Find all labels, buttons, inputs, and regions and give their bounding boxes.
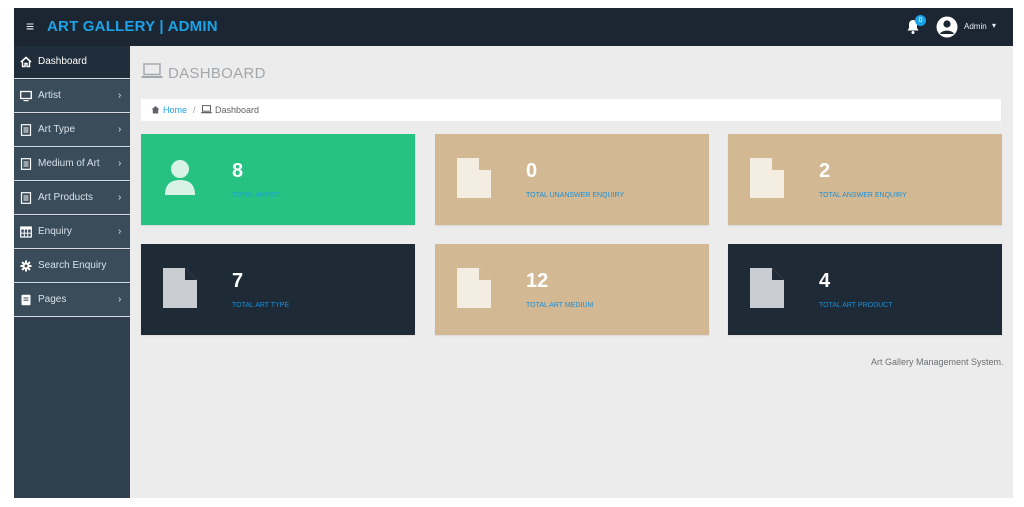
breadcrumb-home-link[interactable]: Home [163,105,187,115]
sidebar-item-search-enquiry[interactable]: Search Enquiry [14,250,130,283]
stat-label[interactable]: TOTAL ARTIST [232,192,280,199]
document-icon [20,158,32,170]
stat-card-total-art-medium[interactable]: 12 TOTAL ART MEDIUM [435,244,709,335]
stat-value: 12 [526,270,549,292]
stat-label[interactable]: TOTAL ART TYPE [232,302,289,309]
stat-card-total-unanswer-enquiry[interactable]: 0 TOTAL UNANSWER ENQUIRY [435,134,709,225]
stat-value: 8 [232,160,244,182]
user-circle-icon[interactable] [935,16,959,38]
top-navbar: ≡ ART GALLERY | ADMIN 0 Admin ▾ [14,8,1013,46]
notification-badge: 0 [915,15,926,26]
sidebar-item-medium-of-art[interactable]: Medium of Art › [14,148,130,181]
app-brand[interactable]: ART GALLERY | ADMIN [47,18,218,35]
footer-text: Art Gallery Management System. [871,357,1004,367]
stat-value: 0 [526,160,538,182]
sidebar-item-art-products[interactable]: Art Products › [14,182,130,215]
chevron-right-icon: › [118,158,122,169]
stat-label[interactable]: TOTAL ART MEDIUM [526,302,593,309]
sidebar-item-label: Dashboard [38,56,87,67]
file-icon [457,158,491,198]
user-icon [163,158,197,198]
app-frame: ≡ ART GALLERY | ADMIN 0 Admin ▾ Dashboar… [14,8,1013,498]
stat-card-total-art-product[interactable]: 4 TOTAL ART PRODUCT [728,244,1002,335]
sidebar-item-enquiry[interactable]: Enquiry › [14,216,130,249]
stat-card-total-answer-enquiry[interactable]: 2 TOTAL ANSWER ENQUIRY [728,134,1002,225]
file-icon [457,268,491,308]
stat-value: 4 [819,270,831,292]
user-name[interactable]: Admin [964,22,987,31]
sidebar-item-label: Enquiry [38,226,72,237]
file-icon [750,158,784,198]
stat-card-total-art-type[interactable]: 7 TOTAL ART TYPE [141,244,415,335]
sidebar-item-label: Art Type [38,124,76,135]
gear-icon [20,260,32,272]
sidebar-item-label: Pages [38,294,67,305]
home-icon [151,105,160,114]
home-icon [20,56,32,68]
file-icon [750,268,784,308]
sidebar-item-dashboard[interactable]: Dashboard [14,46,130,79]
stat-label[interactable]: TOTAL ANSWER ENQUIRY [819,192,907,199]
breadcrumb-current: Dashboard [215,105,260,115]
stat-value: 2 [819,160,831,182]
chevron-right-icon: › [118,124,122,135]
breadcrumb-separator: / [193,105,196,115]
sidebar-item-art-type[interactable]: Art Type › [14,114,130,147]
document-icon [20,124,32,136]
sidebar-item-artist[interactable]: Artist › [14,80,130,113]
page-title: DASHBOARD [168,65,266,82]
stat-label[interactable]: TOTAL UNANSWER ENQUIRY [526,192,624,199]
sidebar-item-label: Artist [38,90,61,101]
sidebar-item-label: Art Products [38,192,94,203]
breadcrumb: Home / Dashboard [141,99,1001,121]
sidebar-item-pages[interactable]: Pages › [14,284,130,317]
sidebar: Dashboard Artist › Art Type › Medium of … [14,46,130,498]
hamburger-icon[interactable]: ≡ [26,19,38,33]
sidebar-item-label: Search Enquiry [38,260,107,271]
chevron-down-icon[interactable]: ▾ [992,21,996,30]
chevron-right-icon: › [118,226,122,237]
chevron-right-icon: › [118,192,122,203]
laptop-icon [141,63,163,79]
chevron-right-icon: › [118,294,122,305]
document-icon [20,192,32,204]
stat-card-total-artist[interactable]: 8 TOTAL ARTIST [141,134,415,225]
monitor-icon [20,90,32,102]
stat-value: 7 [232,270,244,292]
stat-label[interactable]: TOTAL ART PRODUCT [819,302,893,309]
file-icon [163,268,197,308]
chevron-right-icon: › [118,90,122,101]
file-icon [20,294,32,306]
table-icon [20,226,32,238]
laptop-icon [201,105,212,114]
sidebar-item-label: Medium of Art [38,158,100,169]
